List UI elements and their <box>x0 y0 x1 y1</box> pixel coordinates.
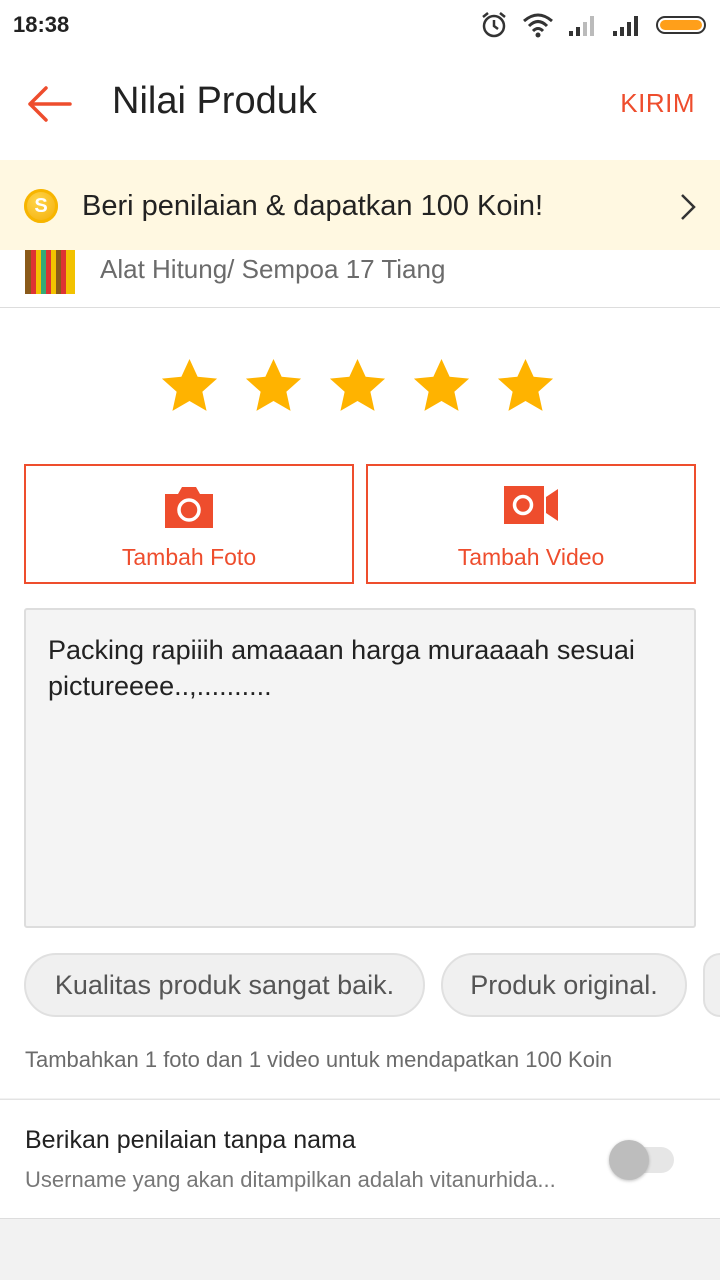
star-icon-5[interactable] <box>494 355 557 418</box>
coin-icon: S <box>24 189 58 223</box>
add-photo-label: Tambah Foto <box>121 544 257 570</box>
quick-tag-chip-1[interactable]: Kualitas produk sangat baik. <box>24 953 425 1017</box>
add-video-label: Tambah Video <box>457 544 605 570</box>
star-icon-4[interactable] <box>410 355 473 418</box>
banner-text: Beri penilaian & dapatkan 100 Koin! <box>82 190 544 222</box>
battery-icon <box>656 16 706 34</box>
quick-tag-chip-3[interactable] <box>703 953 720 1017</box>
coin-hint-text: Tambahkan 1 foto dan 1 video untuk menda… <box>25 1047 613 1072</box>
page-title: Nilai Produk <box>112 80 317 122</box>
review-textarea[interactable]: Packing rapiiih amaaaan harga muraaaah s… <box>24 608 696 928</box>
wifi-icon <box>523 13 553 38</box>
star-icon-1[interactable] <box>158 355 221 418</box>
star-icon-3[interactable] <box>326 355 389 418</box>
signal-icon-1 <box>569 16 594 36</box>
video-camera-icon <box>504 486 558 524</box>
product-name: Alat Hitung/ Sempoa 17 Tiang <box>100 254 446 284</box>
anonymous-subtitle: Username yang akan ditampilkan adalah vi… <box>25 1167 556 1192</box>
anonymous-toggle-knob[interactable] <box>609 1140 649 1180</box>
anonymous-title: Berikan penilaian tanpa nama <box>25 1126 356 1154</box>
product-thumbnail <box>25 250 75 294</box>
submit-button[interactable]: KIRIM <box>620 88 695 119</box>
chevron-right-icon <box>681 194 696 220</box>
camera-icon <box>165 487 213 528</box>
app-header <box>0 50 720 160</box>
quick-tag-chip-2[interactable]: Produk original. <box>441 953 687 1017</box>
star-icon-2[interactable] <box>242 355 305 418</box>
alarm-icon <box>482 12 506 38</box>
status-icons <box>480 10 706 40</box>
add-video-button[interactable]: Tambah Video <box>366 464 696 584</box>
signal-icon-2 <box>613 16 638 36</box>
star-rating <box>158 355 557 418</box>
back-arrow-icon[interactable] <box>26 84 72 124</box>
status-time: 18:38 <box>13 12 70 37</box>
add-photo-button[interactable]: Tambah Foto <box>24 464 354 584</box>
